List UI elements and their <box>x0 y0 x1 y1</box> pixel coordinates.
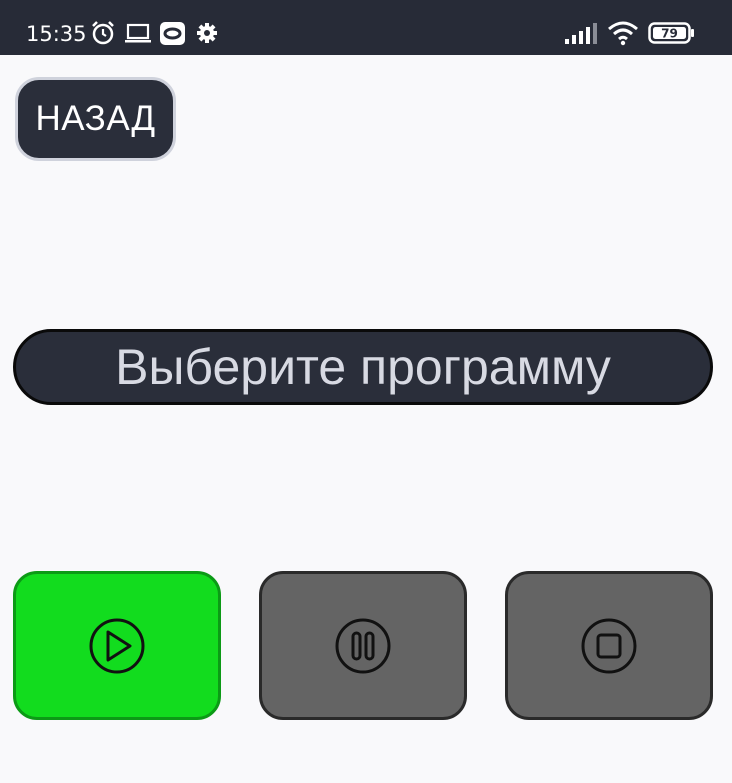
alarm-icon <box>92 21 114 45</box>
play-button[interactable] <box>13 571 221 720</box>
status-time: 15:35 <box>26 22 87 46</box>
cast-icon <box>160 22 185 45</box>
battery-level: 79 <box>661 27 678 41</box>
pause-button[interactable] <box>259 571 467 720</box>
laptop-icon <box>125 23 151 43</box>
signal-icon <box>565 23 597 44</box>
settings-icon <box>197 23 217 43</box>
play-icon <box>89 618 145 673</box>
pause-icon <box>335 618 391 673</box>
program-display: Выберите программу <box>13 329 713 405</box>
status-bar: 15:35 79 <box>0 0 732 55</box>
wifi-icon <box>608 21 638 46</box>
back-button[interactable]: НАЗАД <box>15 77 176 161</box>
stop-icon <box>581 618 637 673</box>
battery-icon: 79 <box>648 22 694 44</box>
stop-button[interactable] <box>505 571 713 720</box>
